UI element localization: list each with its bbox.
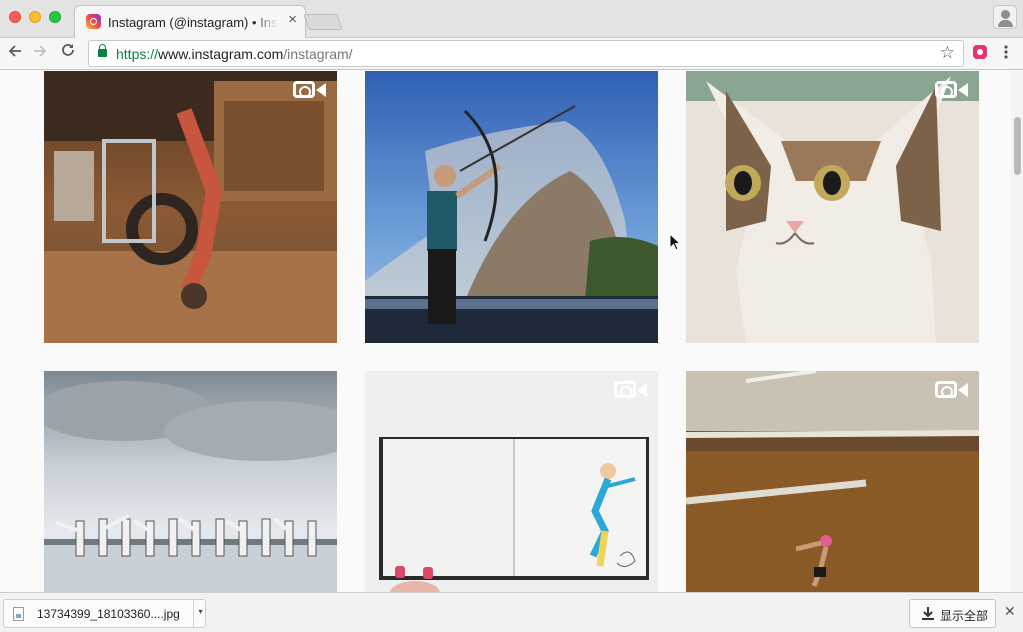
- tab-title: Instagram (@instagram) • Instagram photo…: [108, 15, 278, 30]
- download-options-chevron-icon[interactable]: ▾: [193, 600, 207, 627]
- post-thumbnail-2[interactable]: [365, 71, 658, 343]
- video-indicator-icon: [293, 79, 327, 101]
- mouse-pointer-icon: [669, 232, 682, 251]
- url-text: https://www.instagram.com/instagram/: [116, 46, 353, 62]
- kebab-menu-icon[interactable]: [1003, 44, 1009, 64]
- post-thumbnail-3[interactable]: [686, 71, 979, 343]
- url-host: www.instagram.com: [158, 46, 284, 62]
- browser-tab-instagram[interactable]: Instagram (@instagram) • Instagram photo…: [74, 5, 306, 39]
- scrollbar-thumb[interactable]: [1014, 117, 1021, 175]
- video-indicator-icon: [935, 379, 969, 401]
- show-all-downloads-button[interactable]: 显示全部: [909, 599, 996, 628]
- window-minimize-button[interactable]: [29, 11, 41, 23]
- post-thumbnail-5[interactable]: [365, 371, 658, 592]
- post-thumbnail-4[interactable]: [44, 371, 337, 592]
- new-tab-button[interactable]: [303, 14, 343, 30]
- browser-toolbar: https://www.instagram.com/instagram/ ☆: [0, 38, 1023, 70]
- address-bar[interactable]: https://www.instagram.com/instagram/ ☆: [88, 40, 964, 67]
- post-thumbnail-6[interactable]: [686, 371, 979, 592]
- show-all-label: 显示全部: [940, 609, 989, 623]
- back-arrow-icon[interactable]: [7, 42, 23, 64]
- video-indicator-icon: [935, 79, 969, 101]
- file-icon: [13, 607, 24, 621]
- forward-arrow-icon[interactable]: [32, 42, 48, 64]
- instagram-profile-feed[interactable]: [0, 71, 1023, 592]
- star-icon[interactable]: ☆: [940, 43, 955, 63]
- window-close-button[interactable]: [9, 11, 21, 23]
- window-maximize-button[interactable]: [49, 11, 61, 23]
- url-path: /instagram/: [283, 46, 353, 62]
- video-indicator-icon: [614, 379, 648, 401]
- download-item[interactable]: 13734399_18103360....jpg ▾: [3, 599, 206, 628]
- profile-icon[interactable]: [993, 5, 1017, 29]
- tab-close-icon[interactable]: ×: [288, 12, 297, 27]
- extension-icon[interactable]: [973, 45, 987, 59]
- close-downloads-bar-icon[interactable]: ✕: [1004, 604, 1016, 618]
- window-title-bar: Instagram (@instagram) • Instagram photo…: [0, 0, 1023, 39]
- download-file-name: 13734399_18103360....jpg: [37, 607, 180, 621]
- downloads-bar: 13734399_18103360....jpg ▾ 显示全部 ✕: [0, 592, 1023, 632]
- url-scheme: https://: [116, 46, 159, 62]
- page-scrollbar[interactable]: [1011, 71, 1023, 592]
- post-thumbnail-1[interactable]: [44, 71, 337, 343]
- instagram-favicon-icon: [86, 14, 101, 29]
- reload-icon[interactable]: [60, 42, 76, 64]
- download-icon: [922, 607, 934, 622]
- secure-lock-icon[interactable]: [98, 44, 107, 57]
